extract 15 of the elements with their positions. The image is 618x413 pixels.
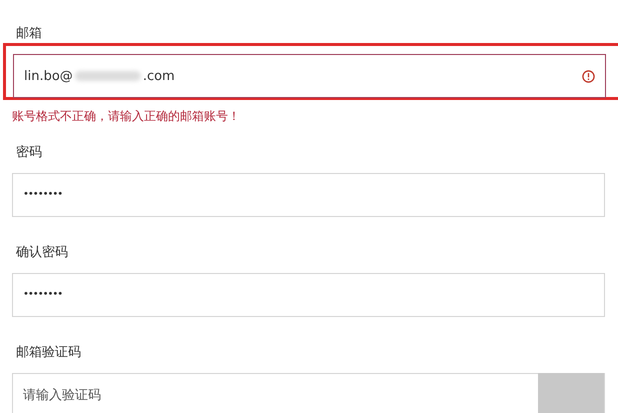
error-message: 账号格式不正确，请输入正确的邮箱账号！	[12, 108, 241, 125]
field-label: 邮箱	[16, 25, 43, 43]
input-field[interactable]: lin.bo@ .com	[13, 54, 606, 98]
error-icon	[582, 70, 595, 82]
email-value: .com	[142, 68, 176, 84]
field-label: 密码	[16, 144, 43, 162]
placeholder-text: 请输入验证码	[23, 387, 102, 404]
input-field[interactable]: ••••••••	[12, 173, 605, 217]
password-dots: ••••••••	[23, 188, 62, 202]
input-field[interactable]: 请输入验证码	[12, 373, 605, 413]
field-label: 确认密码	[16, 244, 69, 262]
password-dots: ••••••••	[23, 288, 62, 302]
email-value: lin.bo@	[24, 68, 73, 84]
input-field[interactable]: ••••••••	[12, 273, 605, 317]
field-label: 邮箱验证码	[16, 344, 82, 362]
